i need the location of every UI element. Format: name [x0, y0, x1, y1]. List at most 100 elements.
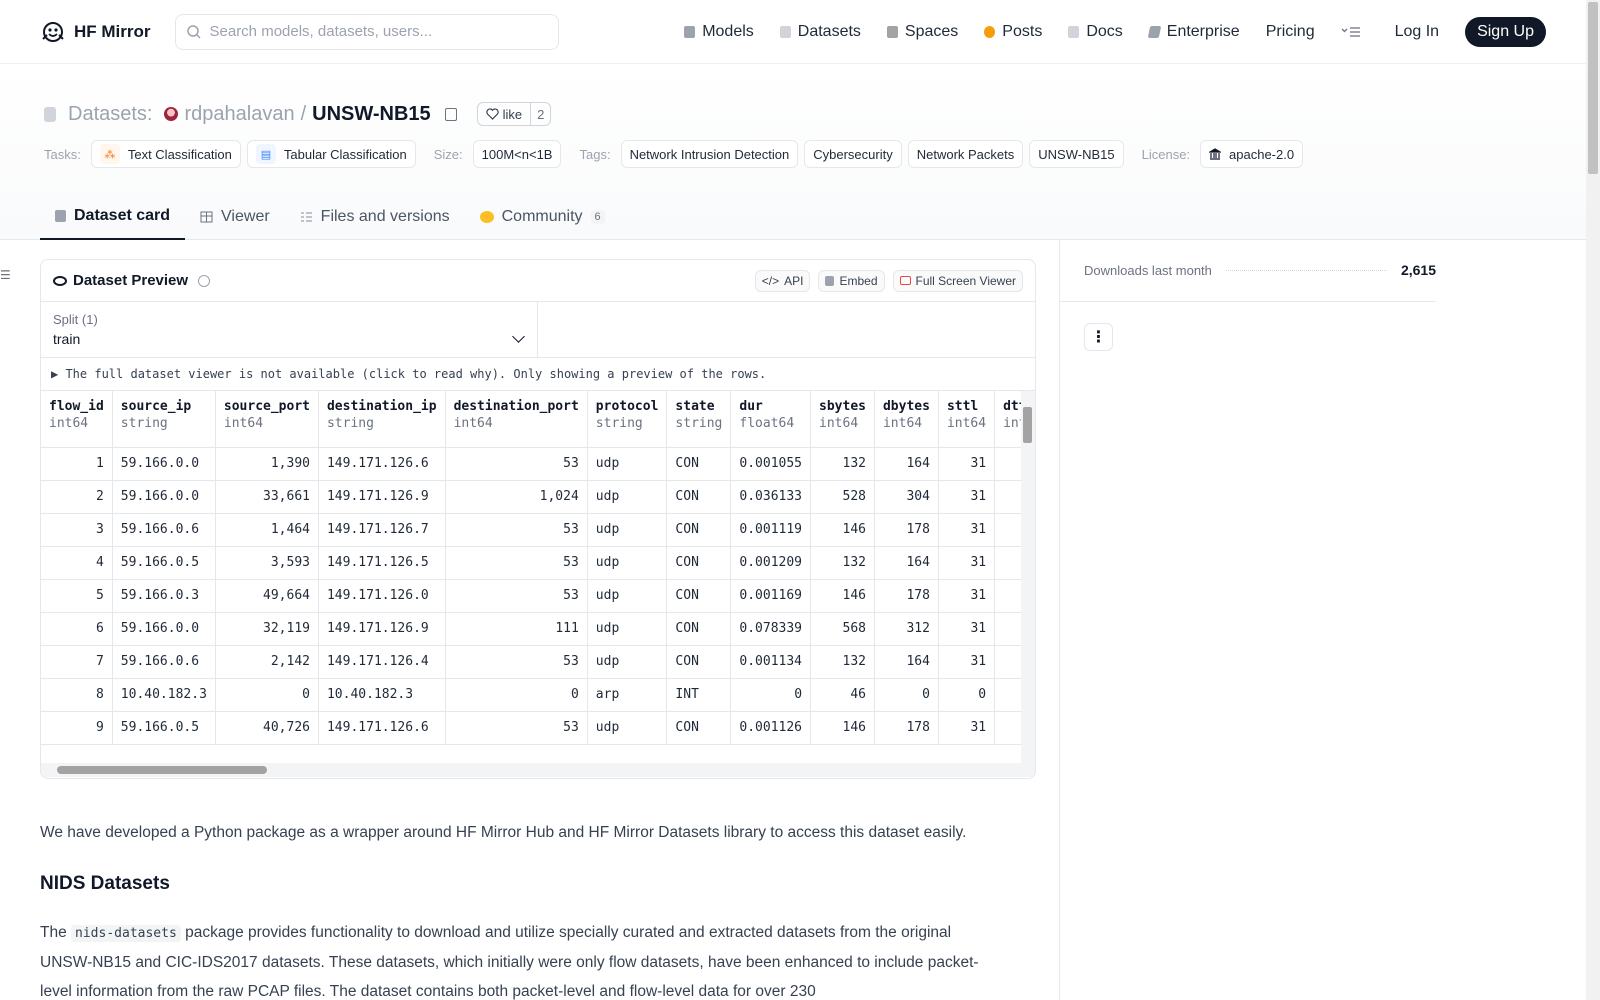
signup-button[interactable]: Sign Up [1465, 16, 1546, 47]
table-cell: 0 [874, 678, 939, 712]
owner-link[interactable]: rdpahalavan [184, 103, 294, 126]
column-name: sbytes [819, 399, 866, 414]
tab-viewer[interactable]: Viewer [185, 194, 285, 240]
column-name: protocol [595, 399, 659, 414]
column-header[interactable]: destination_ip string [318, 391, 446, 448]
split-select[interactable]: Split (1) train [41, 302, 538, 357]
api-button[interactable]: </> API [754, 269, 811, 292]
tag-label: Network Packets [916, 146, 1015, 162]
table-cell: CON [666, 546, 732, 580]
table-cell: 59.166.0.0 [112, 447, 216, 481]
search-input[interactable]: Search models, datasets, users... [174, 13, 559, 50]
column-name: destination_port [453, 399, 579, 414]
table-cell: 7 [41, 645, 113, 679]
path-separator: / [300, 102, 307, 125]
table-cell: udp [587, 711, 668, 745]
column-header[interactable]: protocol string [587, 391, 668, 448]
column-header[interactable]: source_port int64 [215, 391, 319, 448]
nav-datasets[interactable]: Datasets [779, 23, 861, 41]
horizontal-scrollbar[interactable] [41, 763, 1035, 777]
embed-button[interactable]: Embed [818, 269, 885, 292]
table-row[interactable]: 810.40.182.3010.40.182.30arpINT0460000 [41, 678, 1035, 712]
tag-chip[interactable]: Network Intrusion Detection [620, 140, 799, 168]
logo[interactable]: HF Mirror [40, 19, 151, 45]
table-cell: 5 [41, 579, 113, 613]
tab-files[interactable]: Files and versions [285, 194, 465, 240]
table-cell: 312 [874, 612, 939, 646]
more-options-button[interactable]: ⋮ [1084, 323, 1113, 351]
more-menu-icon[interactable] [1341, 25, 1361, 39]
size-chip[interactable]: 100M<n<1B [472, 140, 562, 168]
table-cell: 59.166.0.6 [112, 645, 216, 679]
column-header[interactable]: destination_port int64 [445, 391, 588, 448]
table-cell: 1,024 [445, 480, 588, 514]
scrollbar-thumb[interactable] [1588, 2, 1598, 174]
table-cell: 528 [810, 480, 875, 514]
table-row[interactable]: 4 59.166.0.5 3,593 149.171.126.5 53 udp CON 0.0… [41, 546, 1035, 580]
table-cell: 53 [445, 546, 588, 580]
table-cell: 164 [874, 645, 939, 679]
task-text-classification[interactable]: ⁂ Text Classification [90, 140, 241, 168]
tag-chip[interactable]: UNSW-NB15 [1029, 140, 1124, 168]
table-cell: 0.001169 [730, 579, 812, 613]
table-row[interactable]: 6 59.166.0.0 32,119 149.171.126.9 111 udp CON 0… [41, 612, 1035, 646]
fullscreen-viewer-button[interactable]: Full Screen Viewer [892, 269, 1023, 292]
scrollbar-thumb[interactable] [1023, 407, 1032, 443]
table-row[interactable]: 9 59.166.0.5 40,726 149.171.126.6 53 udp CON 0.… [41, 711, 1035, 745]
column-header[interactable]: dur float64 [730, 391, 812, 448]
table-cell: 0.001126 [730, 711, 812, 745]
table-cell: 568 [810, 612, 875, 646]
task-tabular-classification[interactable]: ▤ Tabular Classification [246, 140, 416, 168]
owner-avatar[interactable] [164, 107, 179, 121]
table-cell: udp [587, 612, 668, 646]
column-header[interactable]: dbytes int64 [874, 391, 939, 448]
tab-community[interactable]: Community 6 [465, 194, 620, 240]
column-header[interactable]: sttl int64 [938, 391, 996, 448]
nav-docs[interactable]: Docs [1068, 23, 1123, 41]
table-row[interactable]: 1 59.166.0.0 1,390 149.171.126.6 53 udp CON 0.0… [41, 447, 1035, 481]
column-name: flow_id [49, 399, 104, 414]
table-cell: 53 [445, 711, 588, 745]
column-header[interactable]: flow_id int64 [41, 391, 113, 448]
table-cell: 178 [874, 579, 939, 613]
nav-models[interactable]: Models [684, 23, 754, 41]
info-icon[interactable] [198, 274, 211, 287]
table-row[interactable]: 5 59.166.0.3 49,664 149.171.126.0 53 udp CON 0.… [41, 579, 1035, 613]
license-chip[interactable]: apache-2.0 [1200, 140, 1304, 168]
table-cell: 2 [41, 480, 113, 514]
table-cell: CON [666, 579, 732, 613]
table-cell: 10.40.182.3 [318, 678, 446, 712]
brand-name: HF Mirror [74, 21, 151, 41]
dataset-name[interactable]: UNSW-NB15 [312, 103, 431, 126]
nav-enterprise[interactable]: Enterprise [1147, 23, 1240, 41]
table-cell: 149.171.126.0 [318, 579, 446, 613]
page-scrollbar[interactable] [1586, 0, 1600, 1000]
login-button[interactable]: Log In [1395, 23, 1439, 41]
datasets-prefix[interactable]: Datasets: [68, 103, 152, 126]
column-header[interactable]: sbytes int64 [810, 391, 875, 448]
column-header[interactable]: source_ip string [112, 391, 216, 448]
table-cell: udp [587, 480, 668, 514]
sidebar-toggle-icon[interactable]: ☰ [0, 268, 11, 282]
fullscreen-label: Full Screen Viewer [915, 273, 1017, 288]
tag-chip[interactable]: Cybersecurity [804, 140, 902, 168]
dataset-icon [44, 106, 56, 122]
tag-chip[interactable]: Network Packets [907, 140, 1024, 168]
scrollbar-thumb[interactable] [57, 766, 267, 774]
column-header[interactable]: state string [666, 391, 732, 448]
tab-label: Viewer [221, 208, 270, 225]
tab-label: Dataset card [74, 207, 171, 224]
vertical-scrollbar[interactable] [1021, 391, 1035, 763]
nav-posts[interactable]: Posts [984, 23, 1042, 41]
viewer-notice[interactable]: ▶ The full dataset viewer is not availab… [41, 358, 1035, 391]
column-name: source_port [223, 399, 310, 414]
nav-pricing[interactable]: Pricing [1266, 23, 1315, 41]
table-row[interactable]: 7 59.166.0.6 2,142 149.171.126.4 53 udp CON 0.0… [41, 645, 1035, 679]
table-row[interactable]: 2 59.166.0.0 33,661 149.171.126.9 1,024 udp CO… [41, 480, 1035, 514]
table-row[interactable]: 3 59.166.0.6 1,464 149.171.126.7 53 udp CON 0.0… [41, 513, 1035, 547]
like-button[interactable]: like 2 [476, 102, 552, 126]
tab-dataset-card[interactable]: Dataset card [40, 194, 186, 240]
copy-icon[interactable] [444, 107, 457, 121]
license-label: License: [1141, 146, 1191, 162]
nav-spaces[interactable]: Spaces [886, 23, 958, 41]
